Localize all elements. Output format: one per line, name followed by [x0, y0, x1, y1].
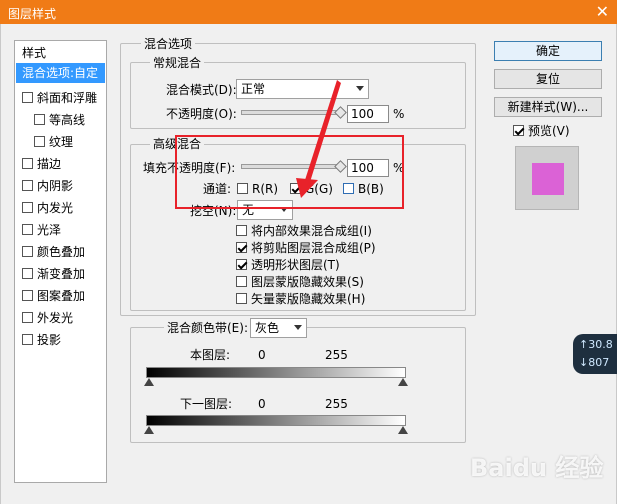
annotation-arrow-icon — [296, 80, 341, 198]
upload-speed: ↑30.8 — [579, 338, 613, 351]
network-speed-widget: ↑30.8 ↓807 — [573, 334, 617, 374]
download-speed: ↓807 — [579, 356, 610, 369]
watermark: Baidu 经验 — [470, 454, 604, 482]
